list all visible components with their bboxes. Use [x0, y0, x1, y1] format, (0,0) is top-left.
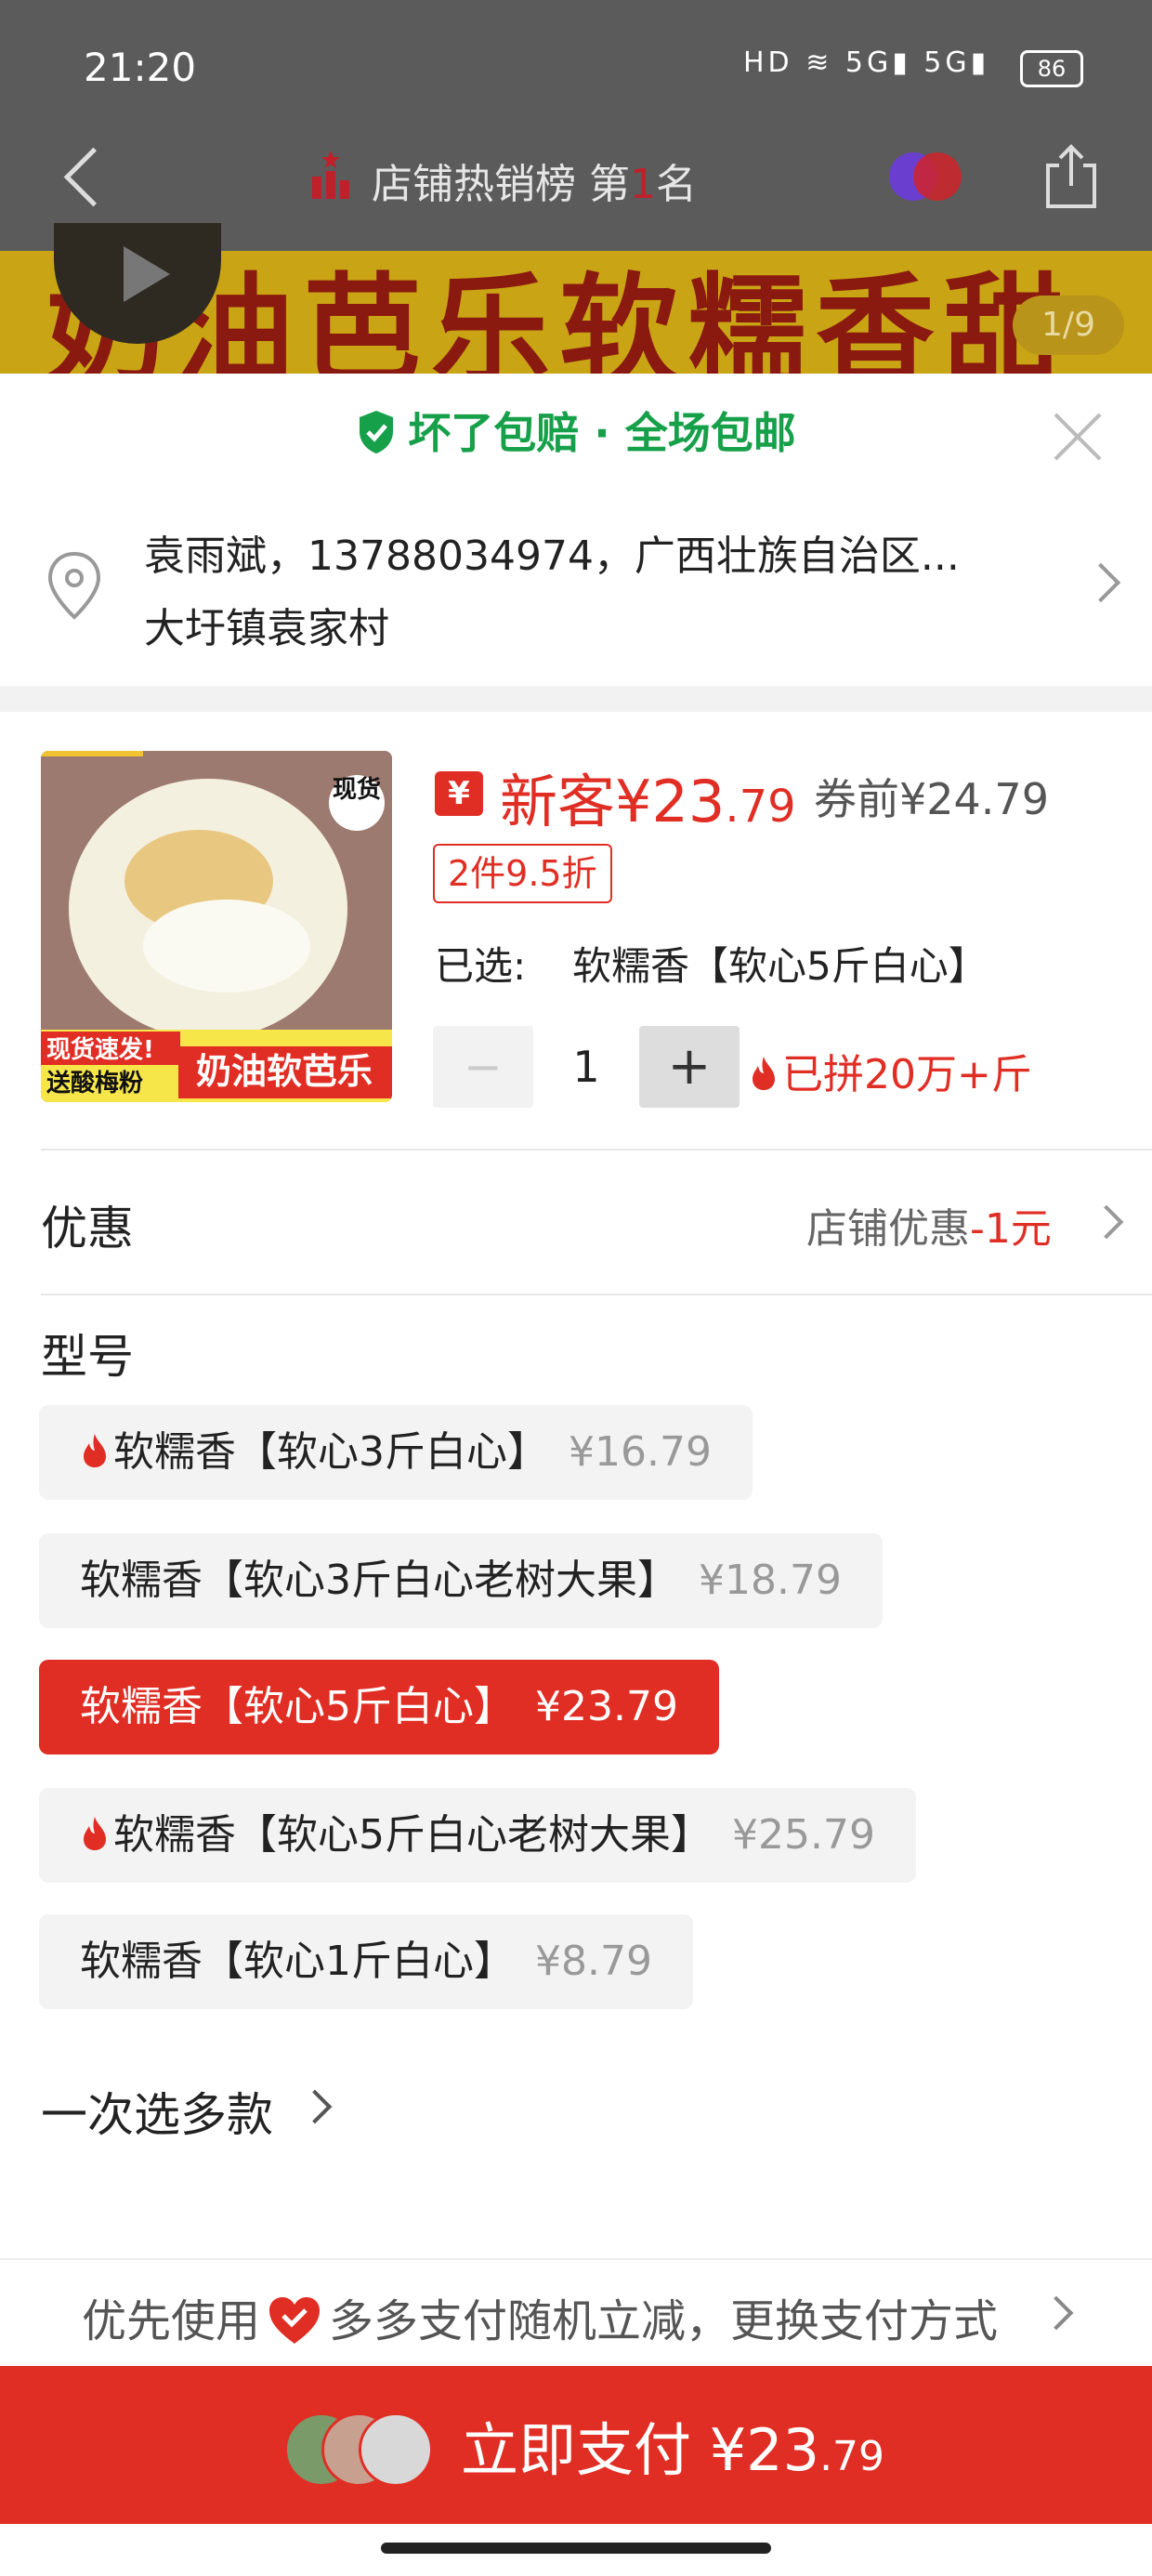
rank-suffix: 名: [656, 161, 697, 208]
rank-prefix: 店铺热销榜 第: [372, 161, 630, 208]
pay-cents: .79: [819, 2433, 885, 2480]
coupon-icon: ¥: [435, 771, 483, 816]
payment-prefix: 优先使用: [82, 2295, 261, 2347]
section-divider: [0, 686, 1152, 712]
option-price: ¥18.79: [699, 1557, 842, 1604]
avatar: [359, 2412, 433, 2487]
battery-icon: 86: [1020, 50, 1083, 87]
heart-check-icon: [269, 2297, 321, 2344]
pay-amount: 立即支付 ¥23: [461, 2416, 820, 2484]
option-name: 软糯香【软心3斤白心老树大果】: [80, 1557, 678, 1604]
image-caption-2: 送酸梅粉: [46, 1069, 143, 1097]
quantity-minus-button[interactable]: −: [433, 1026, 533, 1108]
sold-text: 已拼20万+斤: [782, 1051, 1032, 1098]
promo-value[interactable]: 店铺优惠-1元: [806, 1195, 1052, 1255]
image-badge: 现货: [333, 775, 381, 804]
guarantee-text: 坏了包赔 · 全场包邮: [408, 408, 796, 458]
option-name: 软糯香【软心5斤白心老树大果】: [113, 1811, 712, 1859]
image-caption-1: 现货速发!: [46, 1035, 154, 1064]
promo-prefix: 店铺优惠: [806, 1205, 970, 1253]
multi-select-link[interactable]: 一次选多款: [41, 2078, 273, 2145]
selected-label: 已选:: [435, 943, 527, 989]
original-price: 券前¥24.79: [814, 774, 1049, 824]
promo-label: 优惠: [41, 1202, 134, 1255]
option-name: 软糯香【软心5斤白心】: [80, 1683, 515, 1730]
model-option[interactable]: 软糯香【软心3斤白心老树大果】 ¥18.79: [39, 1533, 883, 1628]
fire-icon: [753, 1057, 775, 1090]
model-option[interactable]: 软糯香【软心1斤白心】 ¥8.79: [39, 1914, 693, 2009]
selected-value: 软糯香【软心5斤白心】: [572, 943, 988, 989]
signal-icons: HD ≋ 5G▮ 5G▮: [743, 46, 990, 79]
pay-button-label: 立即支付 ¥23.79: [461, 2403, 884, 2487]
divider: [41, 1294, 1152, 1295]
model-option[interactable]: 软糯香【软心3斤白心】 ¥16.79: [39, 1405, 753, 1500]
payment-method-text: 优先使用 多多支付随机立减，更换支付方式: [82, 2284, 998, 2349]
shield-check-icon: [360, 411, 394, 453]
price: 新客¥23.79: [500, 755, 796, 838]
guarantee-banner: 坏了包赔 · 全场包邮: [0, 400, 1152, 461]
close-button[interactable]: [1050, 409, 1106, 465]
rank-number: 1: [630, 161, 656, 208]
address-line-1: 袁雨斌，13788034974，广西壮族自治区...: [144, 532, 960, 580]
model-option-selected[interactable]: 软糯香【软心5斤白心】 ¥23.79: [39, 1660, 719, 1755]
quantity-plus-button[interactable]: +: [639, 1026, 740, 1108]
address-line-2: 大圩镇袁家村: [144, 605, 389, 652]
option-name: 软糯香【软心1斤白心】: [80, 1938, 515, 1985]
fire-icon: [84, 1817, 106, 1850]
sold-count: 已拼20万+斤: [749, 1041, 1032, 1100]
shop-rank[interactable]: 店铺热销榜 第1名: [372, 151, 697, 210]
image-caption-3: 奶油软芭乐: [196, 1051, 373, 1092]
option-price: ¥25.79: [732, 1811, 875, 1859]
buyer-avatars: [284, 2412, 433, 2487]
fire-icon: [84, 1434, 106, 1467]
payment-logo-icon: [889, 152, 962, 201]
option-name: 软糯香【软心3斤白心】: [113, 1428, 548, 1476]
status-time: 21:20: [84, 45, 197, 90]
product-image[interactable]: 现货 现货速发! 送酸梅粉 奶油软芭乐: [41, 751, 392, 1102]
option-price: ¥16.79: [569, 1428, 712, 1476]
discount-badge: 2件9.5折: [433, 844, 612, 903]
share-icon[interactable]: [1041, 139, 1102, 214]
price-cents: .79: [725, 781, 796, 833]
option-price: ¥8.79: [535, 1938, 652, 1985]
option-price: ¥23.79: [535, 1683, 678, 1730]
back-button[interactable]: [56, 139, 111, 214]
promo-amount: -1元: [970, 1205, 1052, 1253]
rank-chart-icon: [312, 151, 349, 199]
divider: [41, 1149, 1152, 1150]
quantity-value[interactable]: 1: [537, 1026, 635, 1108]
home-indicator[interactable]: [381, 2543, 771, 2554]
price-main: 新客¥23: [500, 768, 726, 835]
payment-suffix: 多多支付随机立减，更换支付方式: [329, 2295, 999, 2347]
model-option[interactable]: 软糯香【软心5斤白心老树大果】 ¥25.79: [39, 1788, 916, 1883]
location-pin-icon: [47, 551, 101, 620]
model-label: 型号: [41, 1330, 134, 1384]
image-counter: 1/9: [1013, 296, 1124, 355]
